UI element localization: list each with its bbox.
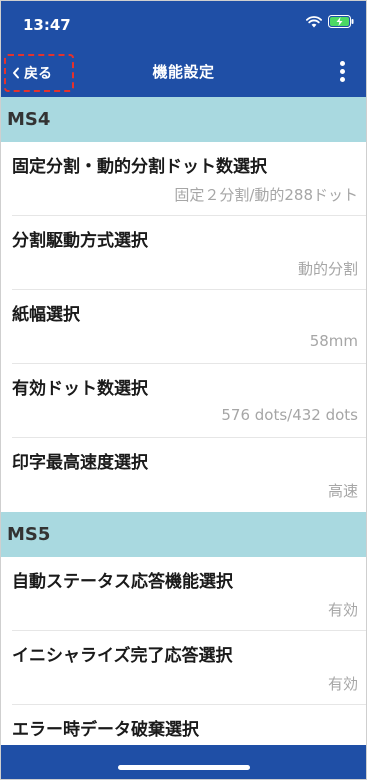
more-vertical-icon[interactable] — [340, 61, 346, 83]
setting-row-fixed-dynamic-dot-count[interactable]: 固定分割・動的分割ドット数選択 固定２分割/動的288ドット — [1, 142, 366, 216]
page-title: 機能設定 — [152, 63, 215, 81]
status-time: 13:47 — [23, 16, 71, 34]
setting-row-paper-width[interactable]: 紙幅選択 58mm — [1, 290, 366, 364]
status-icons — [306, 15, 354, 28]
setting-title: エラー時データ破棄選択 — [12, 720, 199, 740]
setting-title: 分割駆動方式選択 — [12, 231, 148, 251]
setting-value: 有効 — [327, 675, 358, 693]
status-bar: 13:47 — [1, 1, 366, 45]
battery-charging-icon — [328, 15, 354, 28]
setting-title: 印字最高速度選択 — [12, 453, 148, 473]
navigation-bar: 戻る 機能設定 — [1, 45, 366, 97]
setting-title: イニシャライズ完了応答選択 — [12, 646, 233, 666]
setting-value: 58mm — [309, 332, 358, 350]
setting-title: 有効ドット数選択 — [12, 379, 148, 399]
setting-title: 自動ステータス応答機能選択 — [12, 572, 233, 592]
setting-row-auto-status-response[interactable]: 自動ステータス応答機能選択 有効 — [1, 557, 366, 631]
setting-row-effective-dots[interactable]: 有効ドット数選択 576 dots/432 dots — [1, 364, 366, 438]
setting-value: 高速 — [327, 482, 358, 500]
wifi-icon — [306, 15, 322, 27]
section-header-ms5: MS5 — [1, 512, 366, 557]
setting-row-init-complete-response[interactable]: イニシャライズ完了応答選択 有効 — [1, 631, 366, 705]
setting-title: 固定分割・動的分割ドット数選択 — [12, 157, 267, 177]
setting-title: 紙幅選択 — [12, 305, 80, 325]
setting-row-max-print-speed[interactable]: 印字最高速度選択 高速 — [1, 438, 366, 512]
setting-value: 動的分割 — [297, 260, 358, 278]
bottom-bar — [1, 745, 366, 779]
setting-value: 有効 — [327, 601, 358, 619]
home-indicator[interactable] — [117, 765, 250, 770]
phone-screen: 13:47 戻る 機能設定 MS4 固定分割・動的分割ドット数選択 固定２分割/… — [0, 0, 367, 780]
setting-value: 固定２分割/動的288ドット — [174, 186, 358, 204]
setting-value: 576 dots/432 dots — [221, 406, 358, 424]
section-header-ms4: MS4 — [1, 97, 366, 142]
setting-row-drive-method[interactable]: 分割駆動方式選択 動的分割 — [1, 216, 366, 290]
